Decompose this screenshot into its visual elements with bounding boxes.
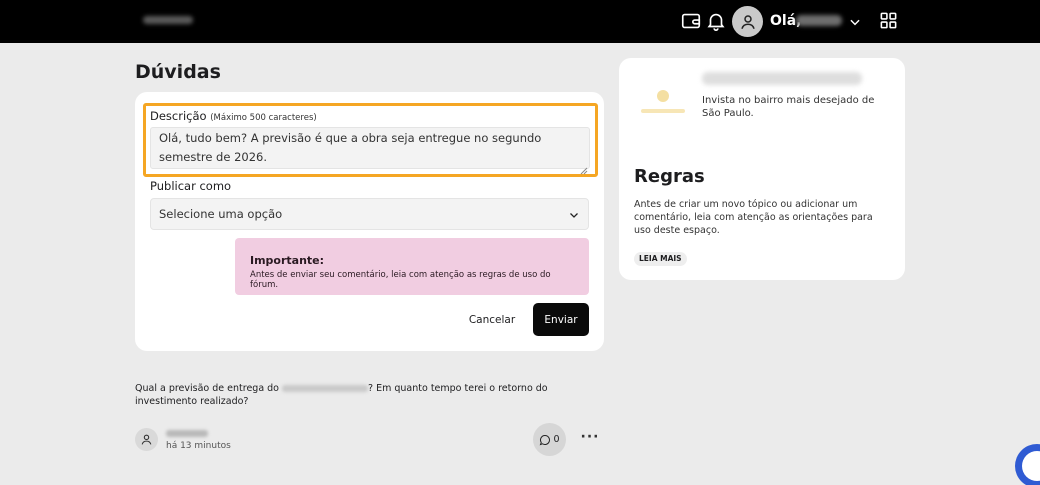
condo-logo (637, 85, 689, 123)
question-text-before: Qual a previsão de entrega do (135, 383, 283, 394)
publish-as-label: Publicar como (150, 179, 232, 193)
important-notice: Importante: Antes de enviar seu comentár… (235, 238, 589, 295)
author-avatar (135, 428, 158, 451)
send-button[interactable]: Enviar (533, 303, 589, 336)
post-time: há 13 minutos (166, 441, 231, 451)
publish-as-value: Selecione uma opção (159, 207, 283, 221)
condo-description: Invista no bairro mais desejado de São P… (702, 95, 875, 119)
resize-handle-icon[interactable] (580, 160, 588, 175)
rules-title: Regras (634, 166, 705, 187)
user-icon (740, 14, 755, 29)
cancel-button[interactable]: Cancelar (462, 303, 522, 336)
chevron-down-icon (568, 209, 580, 221)
comment-icon (540, 434, 551, 445)
chat-button[interactable] (1015, 444, 1040, 485)
user-icon (141, 434, 152, 445)
chat-icon (1022, 451, 1040, 481)
publish-as-select[interactable]: Selecione uma opção (150, 198, 589, 230)
read-more-button[interactable]: LEIA MAIS (634, 252, 687, 266)
user-avatar[interactable] (732, 6, 763, 37)
more-options-button[interactable]: ··· (580, 430, 600, 446)
apps-grid-icon[interactable] (879, 11, 898, 30)
condo-name-blurred (282, 385, 369, 392)
condo-name-blurred (702, 72, 862, 85)
description-label: Descrição (Máximo 500 caracteres) (150, 109, 317, 123)
question-text[interactable]: Qual a previsão de entrega do ? Em quant… (135, 382, 605, 408)
comment-count: 0 (553, 434, 560, 445)
author-name-blurred (166, 430, 208, 437)
top-bar: Olá, (0, 0, 1040, 43)
description-hint: (Máximo 500 caracteres) (210, 113, 317, 123)
bell-icon[interactable] (705, 10, 727, 32)
description-label-text: Descrição (150, 109, 207, 123)
user-name-blurred (796, 15, 842, 26)
important-text: Antes de enviar seu comentário, leia com… (250, 270, 551, 290)
rules-text: Antes de criar um novo tópico ou adicion… (634, 199, 873, 236)
page-title: Dúvidas (135, 61, 221, 83)
chevron-down-icon[interactable] (848, 14, 862, 28)
important-title: Importante: (250, 254, 325, 267)
brand-logo[interactable] (143, 16, 193, 24)
comments-button[interactable]: 0 (533, 423, 566, 456)
wallet-icon[interactable] (680, 10, 702, 32)
description-textarea[interactable]: Olá, tudo bem? A previsão é que a obra s… (150, 127, 590, 169)
